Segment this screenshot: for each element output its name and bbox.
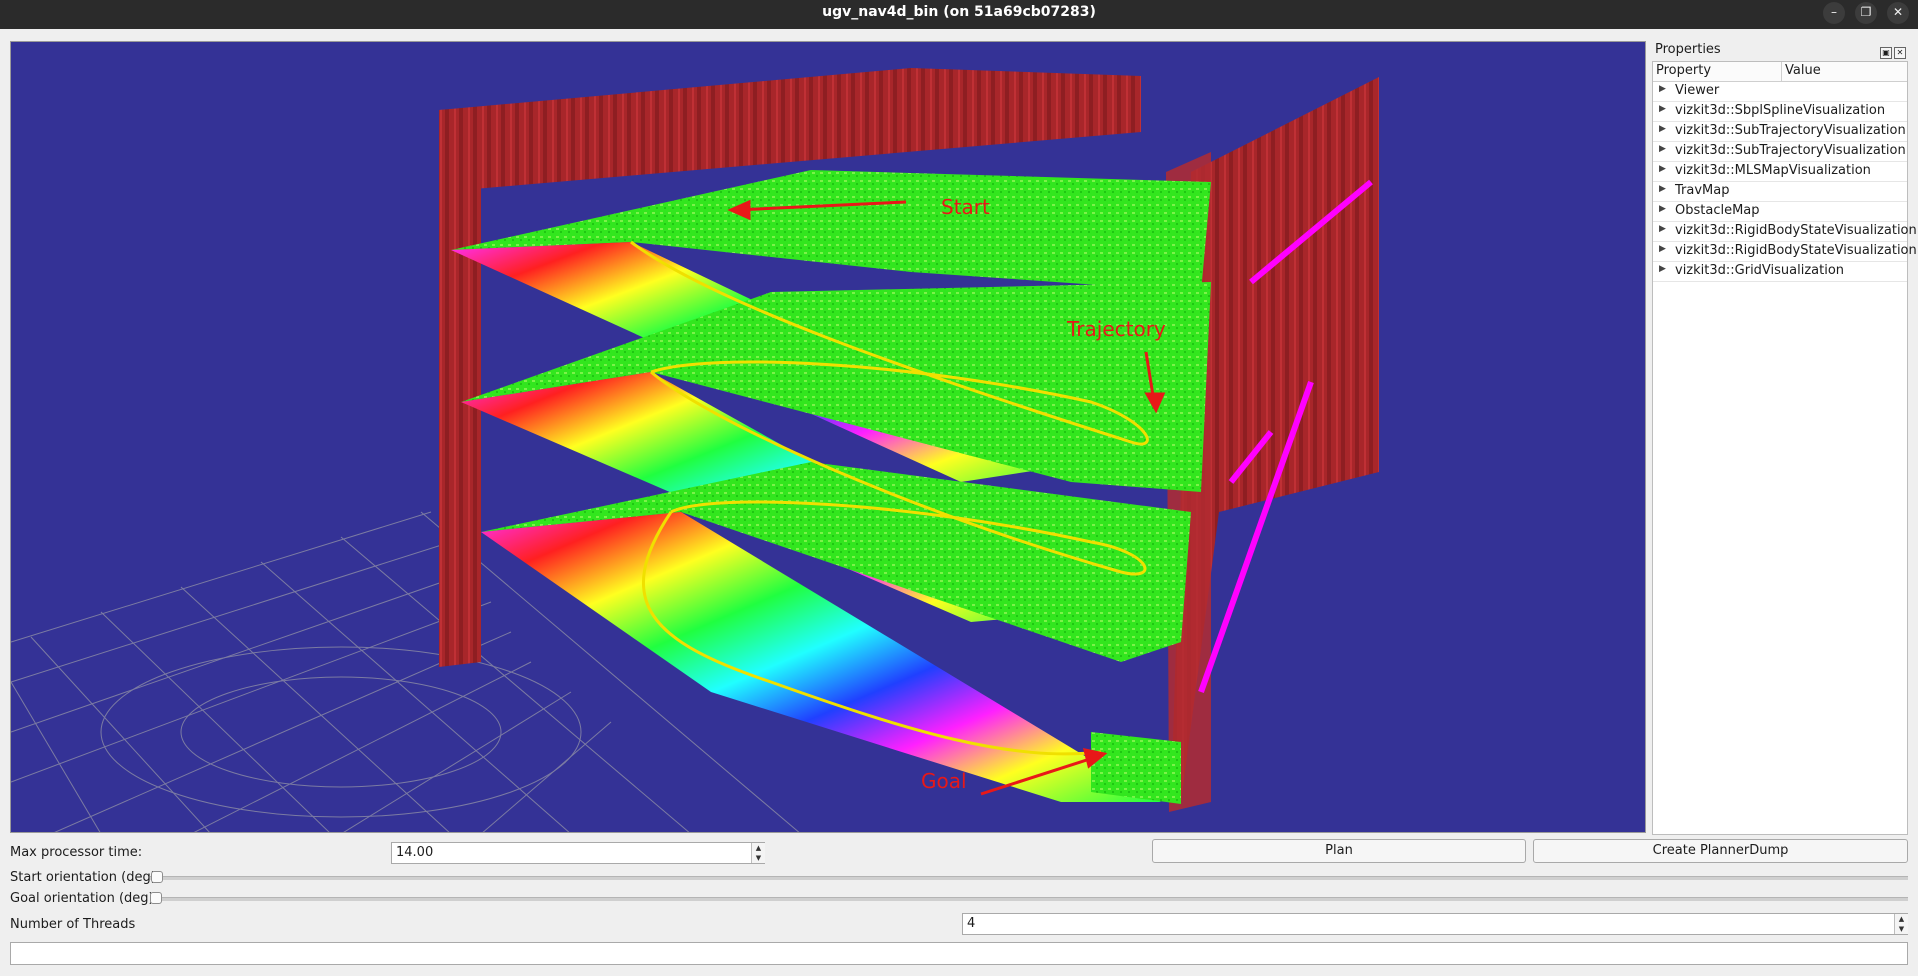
property-item-grid[interactable]: ▶ vizkit3d::GridVisualization bbox=[1653, 262, 1907, 282]
properties-header: Property Value bbox=[1653, 62, 1907, 82]
window-titlebar: ugv_nav4d_bin (on 51a69cb07283) – ❐ ✕ bbox=[0, 0, 1918, 29]
column-header-value: Value bbox=[1785, 63, 1821, 78]
minimize-icon[interactable]: – bbox=[1823, 2, 1845, 24]
spin-down-icon[interactable]: ▼ bbox=[751, 853, 765, 863]
start-orientation-slider-handle[interactable] bbox=[151, 871, 163, 883]
expand-arrow-icon[interactable]: ▶ bbox=[1659, 124, 1666, 134]
property-item-rigid-body-1[interactable]: ▶ vizkit3d::RigidBodyStateVisualization bbox=[1653, 222, 1917, 242]
start-orientation-slider[interactable] bbox=[150, 876, 1908, 880]
spin-up-icon[interactable]: ▲ bbox=[751, 843, 765, 853]
restore-icon[interactable]: ❐ bbox=[1855, 2, 1877, 24]
expand-arrow-icon[interactable]: ▶ bbox=[1659, 84, 1666, 94]
expand-arrow-icon[interactable]: ▶ bbox=[1659, 104, 1666, 114]
float-icon[interactable]: ▣ bbox=[1880, 47, 1892, 59]
expand-arrow-icon[interactable]: ▶ bbox=[1659, 184, 1666, 194]
properties-tree[interactable]: Property Value ▶ Viewer ▶ vizkit3d::SbplSp… bbox=[1652, 61, 1917, 835]
property-item-subtrajectory-2[interactable]: ▶ vizkit3d::SubTrajectoryVisualization bbox=[1653, 142, 1907, 162]
column-header-property: Property bbox=[1656, 63, 1712, 78]
plan-button[interactable]: Plan bbox=[1152, 839, 1526, 863]
properties-title: Properties bbox=[1655, 42, 1721, 57]
annotation-goal: Goal bbox=[921, 769, 967, 793]
expand-arrow-icon[interactable]: ▶ bbox=[1659, 204, 1666, 214]
number-of-threads-label: Number of Threads bbox=[10, 917, 136, 932]
property-item-rigid-body-2[interactable]: ▶ vizkit3d::RigidBodyStateVisualization bbox=[1653, 242, 1917, 262]
max-processor-time-label: Max processor time: bbox=[10, 845, 143, 860]
close-icon[interactable]: ✕ bbox=[1887, 2, 1909, 24]
spin-up-icon[interactable]: ▲ bbox=[1894, 914, 1908, 924]
property-item-trav-map[interactable]: ▶ TravMap bbox=[1653, 182, 1907, 202]
map-levels bbox=[451, 170, 1211, 804]
max-processor-time-input[interactable]: 14.00 bbox=[391, 842, 765, 864]
expand-arrow-icon[interactable]: ▶ bbox=[1659, 224, 1666, 234]
property-item-obstacle-map[interactable]: ▶ ObstacleMap bbox=[1653, 202, 1907, 222]
expand-arrow-icon[interactable]: ▶ bbox=[1659, 144, 1666, 154]
panel-buttons: ▣ ✕ bbox=[1878, 44, 1906, 59]
expand-arrow-icon[interactable]: ▶ bbox=[1659, 244, 1666, 254]
properties-panel: Properties ▣ ✕ Property Value ▶ Viewer ▶ vi… bbox=[1651, 41, 1917, 835]
create-planner-dump-button[interactable]: Create PlannerDump bbox=[1533, 839, 1908, 863]
expand-arrow-icon[interactable]: ▶ bbox=[1659, 164, 1666, 174]
start-orientation-label: Start orientation (deg) bbox=[10, 870, 156, 885]
property-item-subtrajectory-1[interactable]: ▶ vizkit3d::SubTrajectoryVisualization bbox=[1653, 122, 1907, 142]
goal-orientation-label: Goal orientation (deg) bbox=[10, 891, 154, 906]
status-input[interactable] bbox=[10, 942, 1908, 965]
annotation-trajectory: Trajectory bbox=[1066, 317, 1166, 341]
property-item-mls-map[interactable]: ▶ vizkit3d::MLSMapVisualization bbox=[1653, 162, 1907, 182]
3d-viewer[interactable]: Start Trajectory Goal bbox=[10, 41, 1646, 833]
close-icon[interactable]: ✕ bbox=[1894, 47, 1906, 59]
goal-orientation-slider-handle[interactable] bbox=[150, 892, 162, 904]
property-item-viewer[interactable]: ▶ Viewer bbox=[1653, 82, 1907, 102]
goal-orientation-slider[interactable] bbox=[150, 897, 1908, 901]
property-item-sbpl-spline[interactable]: ▶ vizkit3d::SbplSplineVisualization bbox=[1653, 102, 1907, 122]
spin-down-icon[interactable]: ▼ bbox=[1894, 924, 1908, 934]
expand-arrow-icon[interactable]: ▶ bbox=[1659, 264, 1666, 274]
annotation-start: Start bbox=[941, 195, 990, 219]
window-title: ugv_nav4d_bin (on 51a69cb07283) bbox=[822, 4, 1096, 20]
number-of-threads-input[interactable]: 4 bbox=[962, 913, 1908, 935]
